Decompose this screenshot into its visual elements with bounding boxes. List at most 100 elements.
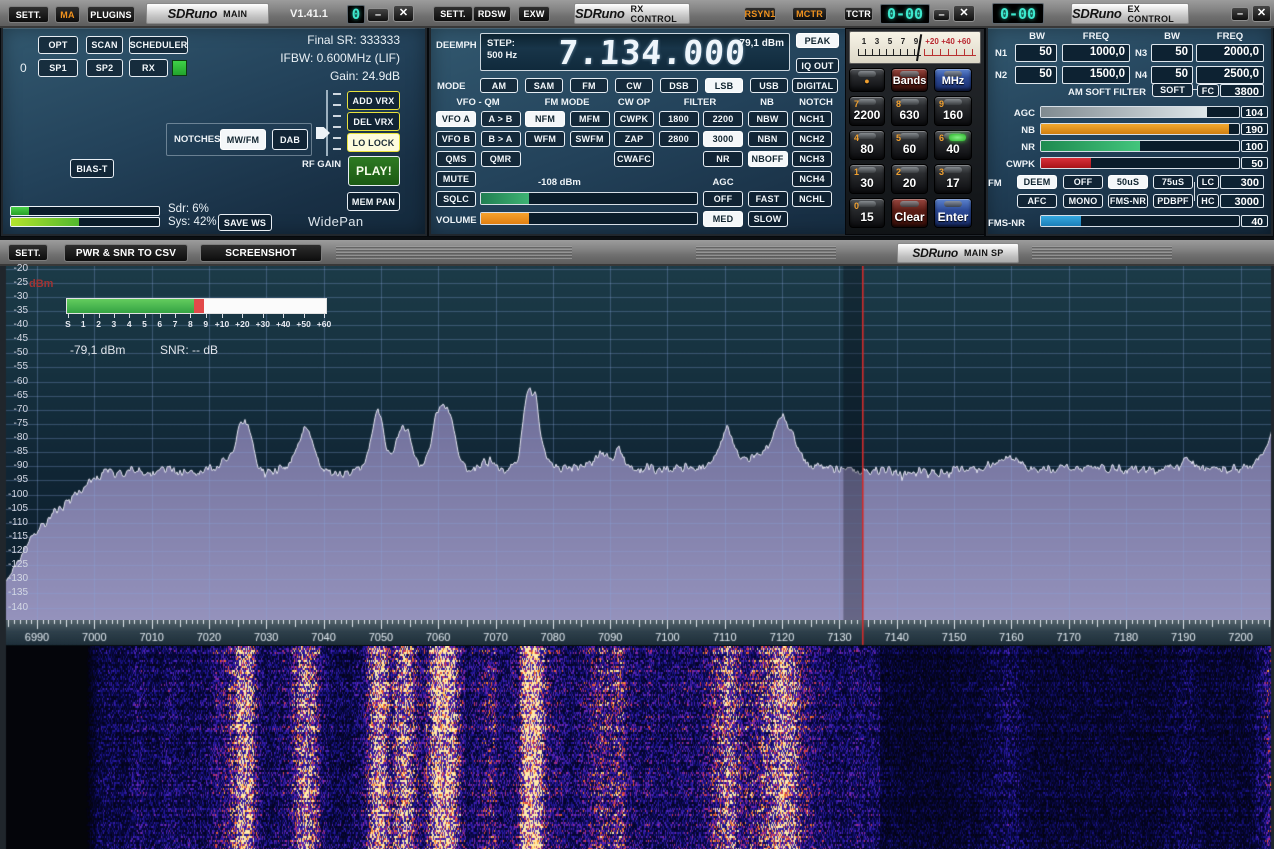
clear-key[interactable]: Clear xyxy=(891,198,928,228)
dab-notch-button[interactable]: DAB xyxy=(272,129,308,150)
mono-button[interactable]: MONO xyxy=(1063,194,1103,208)
nch3-button[interactable]: NCH3 xyxy=(792,151,832,167)
screenshot-button[interactable]: SCREENSHOT xyxy=(200,244,322,262)
add-vrx-button[interactable]: ADD VRX xyxy=(347,91,400,110)
nr-slider[interactable] xyxy=(1040,140,1240,152)
key-5[interactable]: 560 xyxy=(891,130,928,160)
mwfm-notch-button[interactable]: MW/FM xyxy=(220,129,266,150)
nb-slider[interactable] xyxy=(1040,123,1240,135)
waterfall-area[interactable] xyxy=(0,646,1274,849)
vfo-a-button[interactable]: VFO A xyxy=(436,111,476,127)
afc-button[interactable]: AFC xyxy=(1017,194,1057,208)
bias-t-button[interactable]: BIAS-T xyxy=(70,159,114,178)
save-ws-button[interactable]: SAVE WS xyxy=(218,214,272,231)
sp-titlebar[interactable]: SETT. PWR & SNR TO CSV SCREENSHOT SDRuno… xyxy=(0,240,1274,266)
hc-value-field[interactable]: 3000 xyxy=(1220,194,1264,208)
nfm-button[interactable]: NFM xyxy=(525,111,565,127)
csv-export-button[interactable]: PWR & SNR TO CSV xyxy=(64,244,188,262)
play-button[interactable]: PLAY! xyxy=(348,156,400,186)
a-b-button[interactable]: A > B xyxy=(481,111,521,127)
key-3[interactable]: 317 xyxy=(934,164,972,194)
squelch-bar[interactable] xyxy=(480,192,698,205)
1800-button[interactable]: 1800 xyxy=(659,111,699,127)
key-1[interactable]: 130 xyxy=(849,164,885,194)
bands-key[interactable]: Bands xyxy=(891,68,928,92)
key-0[interactable]: 015 xyxy=(849,198,885,228)
rx-button[interactable]: RX xyxy=(129,59,168,77)
ex-minimize-button[interactable]: – xyxy=(1231,7,1249,21)
fc-value-field[interactable]: 3800 xyxy=(1220,84,1264,97)
nchl-button[interactable]: NCHL xyxy=(792,191,832,207)
main-plugins-button[interactable]: PLUGINS xyxy=(87,6,135,23)
n1-freq-field[interactable]: 1000,0 xyxy=(1062,44,1130,62)
zap-button[interactable]: ZAP xyxy=(614,131,654,147)
sp1-button[interactable]: SP1 xyxy=(38,59,78,77)
mfm-button[interactable]: MFM xyxy=(570,111,610,127)
nch4-button[interactable]: NCH4 xyxy=(792,171,832,187)
key-8[interactable]: 8630 xyxy=(891,96,928,126)
fms-nr-button[interactable]: FMS-NR xyxy=(1108,194,1148,208)
n2-freq-field[interactable]: 1500,0 xyxy=(1062,66,1130,84)
nbw-button[interactable]: NBW xyxy=(748,111,788,127)
scan-button[interactable]: SCAN xyxy=(86,36,123,54)
2800-button[interactable]: 2800 xyxy=(659,131,699,147)
vfo-b-button[interactable]: VFO B xyxy=(436,131,476,147)
main-minimize-button[interactable]: – xyxy=(367,8,389,22)
mem-pan-button[interactable]: MEM PAN xyxy=(347,192,400,211)
med-button[interactable]: MED xyxy=(703,211,743,227)
off-button[interactable]: OFF xyxy=(703,191,743,207)
qms-button[interactable]: QMS xyxy=(436,151,476,167)
nch2-button[interactable]: NCH2 xyxy=(792,131,832,147)
nbn-button[interactable]: NBN xyxy=(748,131,788,147)
main-close-button[interactable]: ✕ xyxy=(393,5,414,22)
fast-button[interactable]: FAST xyxy=(748,191,788,207)
n2-bw-field[interactable]: 50 xyxy=(1015,66,1057,84)
deem-button[interactable]: DEEM xyxy=(1017,175,1057,189)
ex-close-button[interactable]: ✕ xyxy=(1252,5,1271,22)
opt-button[interactable]: OPT xyxy=(38,36,78,54)
n4-bw-field[interactable]: 50 xyxy=(1151,66,1193,84)
enter-key[interactable]: Enter xyxy=(934,198,972,228)
cwpk-button[interactable]: CWPK xyxy=(614,111,654,127)
3000-button[interactable]: 3000 xyxy=(703,131,743,147)
del-vrx-button[interactable]: DEL VRX xyxy=(347,112,400,131)
n4-freq-field[interactable]: 2500,0 xyxy=(1196,66,1264,84)
key-7[interactable]: 72200 xyxy=(849,96,885,126)
lc-value-field[interactable]: 300 xyxy=(1220,175,1264,189)
b-a-button[interactable]: B > A xyxy=(481,131,521,147)
swfm-button[interactable]: SWFM xyxy=(570,131,610,147)
nch1-button[interactable]: NCH1 xyxy=(792,111,832,127)
nr-button[interactable]: NR xyxy=(703,151,743,167)
main-sett-button[interactable]: SETT. xyxy=(8,6,49,23)
frequency-ruler[interactable] xyxy=(0,620,1274,646)
fms-nr-slider[interactable] xyxy=(1040,215,1240,227)
decimal-key[interactable]: ● xyxy=(849,68,885,92)
deem-50us-button[interactable]: 50uS xyxy=(1108,175,1148,189)
frequency-ruler-canvas[interactable] xyxy=(0,620,1274,646)
main-titlebar[interactable]: SETT. MA PLUGINS SDRuno MAIN V1.41.1 0 –… xyxy=(0,0,428,28)
deem-75us-button[interactable]: 75uS xyxy=(1153,175,1193,189)
n3-freq-field[interactable]: 2000,0 xyxy=(1196,44,1264,62)
rf-gain-slider-track[interactable] xyxy=(326,90,328,156)
waterfall-canvas[interactable] xyxy=(0,646,1274,849)
scheduler-button[interactable]: SCHEDULER xyxy=(129,36,188,54)
sp2-button[interactable]: SP2 xyxy=(86,59,123,77)
volume-bar[interactable] xyxy=(480,212,698,225)
main-ma-button[interactable]: MA xyxy=(55,6,80,23)
slow-button[interactable]: SLOW xyxy=(748,211,788,227)
wfm-button[interactable]: WFM xyxy=(525,131,565,147)
agc-slider[interactable] xyxy=(1040,106,1240,118)
deem-off-button[interactable]: OFF xyxy=(1063,175,1103,189)
mhz-key[interactable]: MHz xyxy=(934,68,972,92)
soft-filter-button[interactable]: SOFT xyxy=(1152,83,1193,97)
mute-button[interactable]: MUTE xyxy=(436,171,476,187)
key-4[interactable]: 480 xyxy=(849,130,885,160)
pdbpf-button[interactable]: PDBPF xyxy=(1153,194,1193,208)
n1-bw-field[interactable]: 50 xyxy=(1015,44,1057,62)
key-2[interactable]: 220 xyxy=(891,164,928,194)
cwafc-button[interactable]: CWAFC xyxy=(614,151,654,167)
ex-titlebar[interactable]: 0-00 SDRuno EX CONTROL – ✕ xyxy=(985,0,1274,28)
lo-lock-button[interactable]: LO LOCK xyxy=(347,133,400,152)
nboff-button[interactable]: NBOFF xyxy=(748,151,788,167)
sqlc-button[interactable]: SQLC xyxy=(436,191,476,207)
